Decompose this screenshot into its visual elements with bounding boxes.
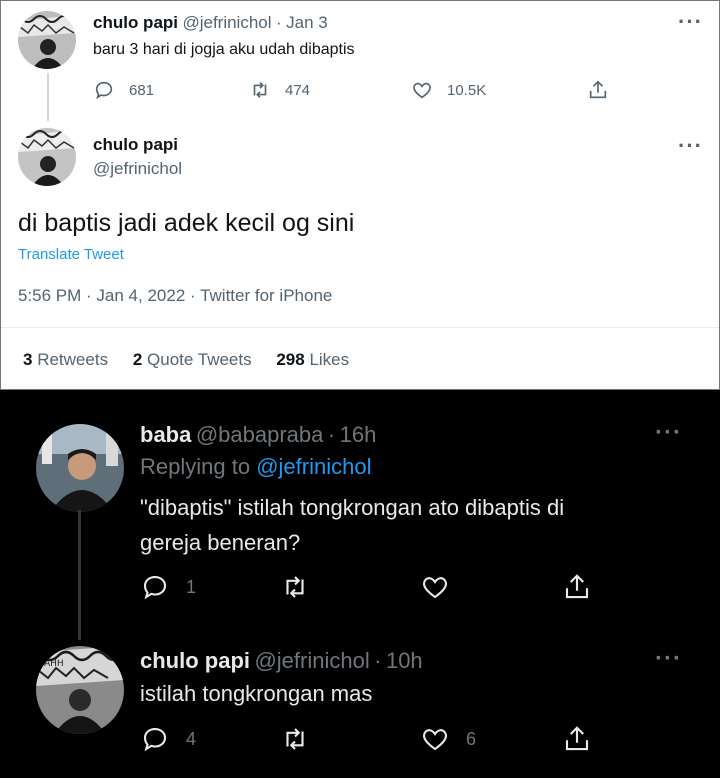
- like-button[interactable]: 10.5K: [411, 79, 486, 101]
- retweets-stat[interactable]: 3 Retweets: [23, 350, 113, 369]
- share-icon: [589, 80, 607, 99]
- separator-dot: ·: [374, 648, 382, 673]
- retweet-icon: [253, 82, 267, 98]
- reply-time[interactable]: 16h: [340, 422, 377, 447]
- thread-connector: [78, 510, 81, 640]
- retweet-button[interactable]: [280, 572, 326, 602]
- main-tweet-name[interactable]: chulo papi: [93, 135, 178, 155]
- reply-button[interactable]: 1: [140, 572, 196, 602]
- share-icon: [565, 574, 589, 599]
- reply-count: 1: [186, 576, 197, 597]
- likes-label: Likes: [309, 350, 350, 369]
- retweet-icon: [286, 576, 304, 598]
- quotes-count: 2: [132, 350, 143, 369]
- reply-button[interactable]: 681: [93, 79, 154, 101]
- handle[interactable]: @babapraba: [196, 422, 324, 447]
- avatar-reply-baba[interactable]: [36, 424, 124, 512]
- divider: [1, 327, 719, 328]
- avatar-reply-chulo[interactable]: AHH: [36, 646, 124, 734]
- reply1-header: baba @babapraba · 16h: [140, 422, 376, 448]
- more-options-icon[interactable]: ···: [655, 647, 682, 671]
- translate-tweet-link[interactable]: Translate Tweet: [18, 246, 124, 263]
- main-tweet-text: di baptis jadi adek kecil og sini: [18, 209, 355, 237]
- tweet-text: baru 3 hari di jogja aku udah dibaptis: [93, 41, 355, 58]
- like-button[interactable]: 6: [420, 724, 476, 754]
- retweets-count: 3: [23, 350, 33, 369]
- retweet-button[interactable]: [280, 724, 326, 754]
- tweet-date[interactable]: Jan 3: [286, 13, 328, 32]
- separator-dot: ·: [275, 13, 282, 32]
- reply2-header: chulo papi @jefrinichol · 10h: [140, 648, 423, 674]
- replying-to: Replying to @jefrinichol: [140, 454, 371, 480]
- retweet-button[interactable]: 474: [249, 79, 310, 101]
- avatar-top-tweet[interactable]: [18, 11, 76, 69]
- like-count: 6: [466, 728, 477, 749]
- reply1-text: "dibaptis" istilah tongkrongan ato dibap…: [140, 490, 564, 560]
- thread-connector: [47, 73, 49, 121]
- reply-time[interactable]: 10h: [386, 648, 423, 673]
- share-icon: [565, 726, 589, 751]
- reply-count: 4: [186, 728, 197, 749]
- reply-icon: [143, 727, 167, 752]
- share-button[interactable]: [587, 79, 609, 101]
- likes-count: 298: [276, 350, 305, 369]
- like-icon: [413, 82, 431, 99]
- likes-stat[interactable]: 298 Likes: [276, 350, 349, 369]
- separator-dot: ·: [327, 422, 336, 447]
- more-options-icon[interactable]: ···: [678, 135, 703, 157]
- retweet-icon: [286, 728, 304, 750]
- handle[interactable]: @jefrinichol: [254, 648, 369, 673]
- light-thread-panel: chulo papi @jefrinichol · Jan 3 ··· baru…: [0, 0, 720, 390]
- reply-icon: [95, 81, 113, 100]
- tweet-stats: 3 Retweets 2 Quote Tweets 298 Likes: [23, 350, 349, 370]
- like-icon: [423, 729, 447, 751]
- retweets-label: Retweets: [37, 350, 109, 369]
- display-name[interactable]: chulo papi: [140, 648, 250, 673]
- reply-count: 681: [129, 81, 155, 99]
- share-button[interactable]: [562, 724, 592, 754]
- reply1-text-line1: "dibaptis" istilah tongkrongan ato dibap…: [140, 495, 565, 520]
- reply2-text: istilah tongkrongan mas: [140, 681, 373, 706]
- tweet-timestamp[interactable]: 5:56 PM · Jan 4, 2022 · Twitter for iPho…: [18, 286, 332, 306]
- display-name[interactable]: chulo papi: [93, 13, 178, 32]
- share-button[interactable]: [562, 572, 592, 602]
- more-options-icon[interactable]: ···: [678, 11, 703, 33]
- quotes-stat[interactable]: 2 Quote Tweets: [133, 350, 257, 369]
- svg-text:AHH: AHH: [44, 659, 64, 669]
- retweet-count: 474: [285, 81, 311, 99]
- reply-icon: [143, 575, 167, 600]
- like-button[interactable]: [420, 572, 466, 602]
- top-tweet-header: chulo papi @jefrinichol · Jan 3: [93, 13, 328, 33]
- like-icon: [423, 577, 447, 599]
- replying-to-prefix: Replying to: [140, 454, 257, 479]
- handle[interactable]: @jefrinichol: [182, 13, 271, 32]
- like-count: 10.5K: [447, 81, 487, 99]
- reply1-text-line2: gereja beneran?: [140, 530, 301, 555]
- main-tweet-handle[interactable]: @jefrinichol: [93, 159, 182, 179]
- avatar-main-tweet[interactable]: [18, 128, 76, 186]
- more-options-icon[interactable]: ···: [655, 421, 682, 445]
- replying-to-mention[interactable]: @jefrinichol: [256, 454, 371, 479]
- display-name[interactable]: baba: [140, 422, 191, 447]
- quotes-label: Quote Tweets: [147, 350, 252, 369]
- reply-button[interactable]: 4: [140, 724, 196, 754]
- dark-replies-panel: baba @babapraba · 16h ··· Replying to @j…: [0, 390, 720, 778]
